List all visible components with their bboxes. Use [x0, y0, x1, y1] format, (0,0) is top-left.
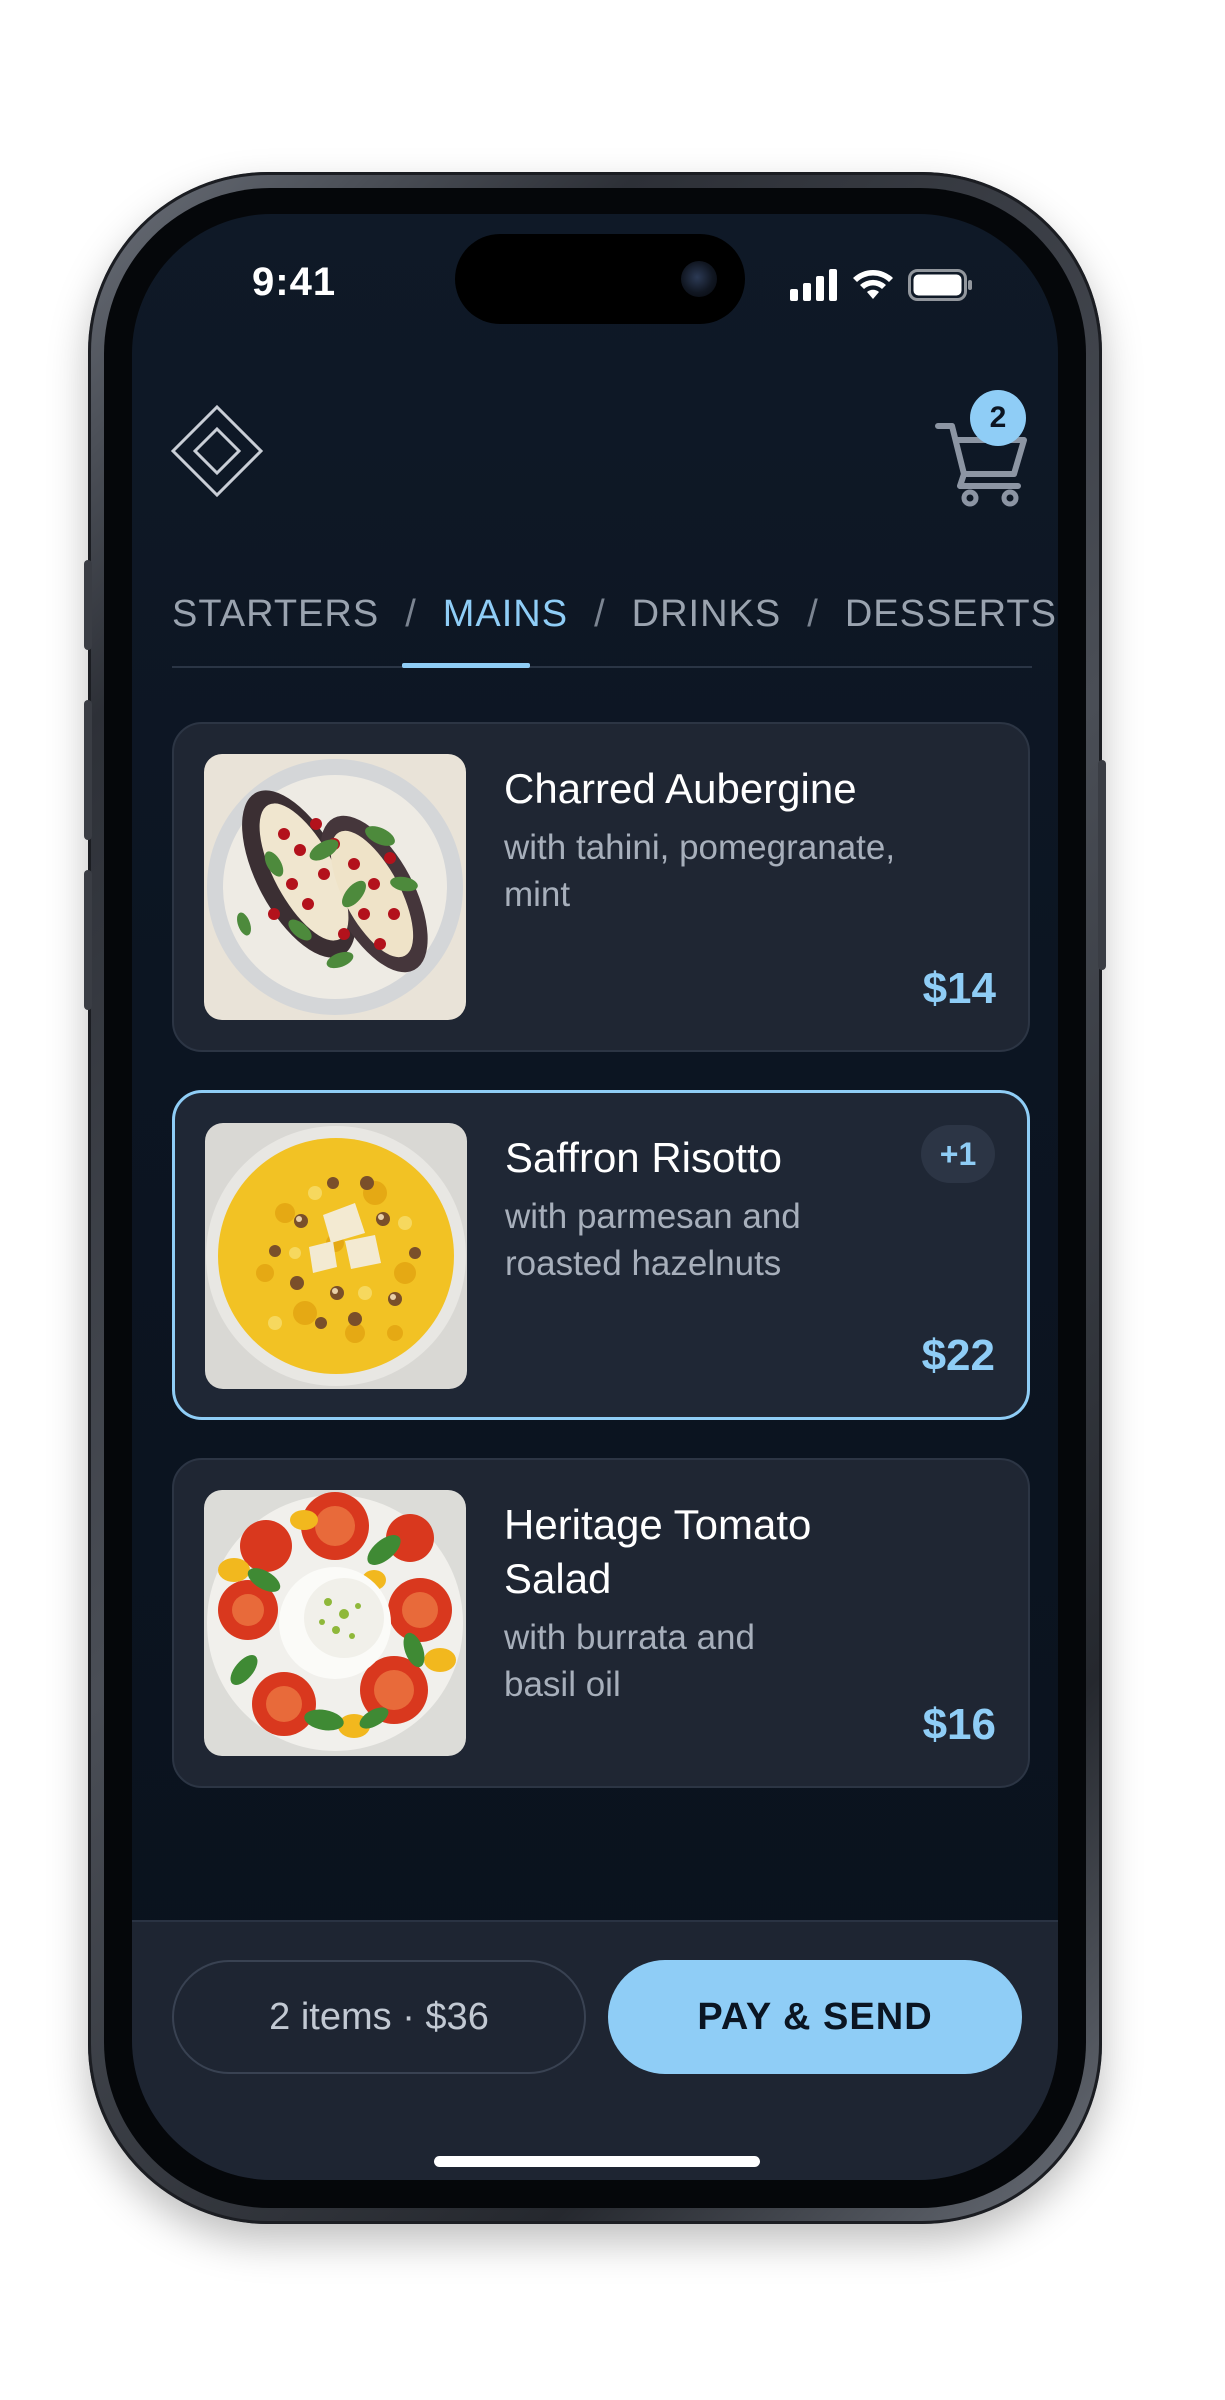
heritage-tomato-salad-image: [204, 1490, 466, 1756]
diamond-logo-icon[interactable]: [170, 404, 264, 498]
front-camera-icon: [681, 261, 717, 297]
pay-and-send-button[interactable]: PAY & SEND: [608, 1960, 1022, 2074]
menu-item-description: with burrata and basil oil: [504, 1618, 755, 1704]
wifi-icon: [853, 270, 893, 299]
charred-aubergine-image: [204, 754, 466, 1020]
phone-volume-down: [84, 870, 92, 1010]
phone-volume-up: [84, 700, 92, 840]
tab-separator: /: [594, 592, 606, 635]
category-tabs: STARTERS / MAINS / DRINKS / DESSERTS: [172, 584, 1056, 644]
menu-item-price: $22: [921, 1331, 995, 1380]
tab-separator: /: [405, 592, 417, 635]
stage: 9:41 2 STARTERS / MAINS / DRINKS / DESSE…: [0, 0, 1225, 2400]
menu-item-description: with tahini, pomegranate, mint: [504, 828, 896, 914]
checkout-bar: 2 items · $36 PAY & SEND: [132, 1920, 1058, 2180]
home-indicator[interactable]: [434, 2156, 760, 2167]
menu-item-price: $16: [922, 1700, 996, 1749]
menu-item-price: $14: [922, 964, 996, 1013]
menu-item-card[interactable]: Heritage Tomato Salad with burrata and b…: [172, 1458, 1030, 1788]
tab-starters[interactable]: STARTERS: [172, 593, 379, 636]
battery-icon: [908, 269, 972, 301]
active-tab-indicator: [402, 663, 530, 668]
status-time: 9:41: [252, 260, 337, 304]
menu-item-title: Saffron Risotto: [505, 1134, 783, 1181]
quantity-badge[interactable]: +1: [921, 1125, 995, 1183]
phone-power-button: [1098, 760, 1106, 970]
status-icons: [790, 268, 974, 302]
menu-item-card-selected[interactable]: Saffron Risotto with parmesan and roaste…: [172, 1090, 1030, 1420]
menu-item-title: Heritage Tomato Salad: [504, 1501, 812, 1602]
tabs-divider: [172, 666, 1032, 668]
phone-screen: 9:41 2 STARTERS / MAINS / DRINKS / DESSE…: [132, 214, 1058, 2180]
saffron-risotto-image: [205, 1123, 467, 1389]
menu-item-title: Charred Aubergine: [504, 765, 857, 812]
tab-separator: /: [807, 592, 819, 635]
cellular-signal-icon: [790, 269, 837, 301]
order-summary[interactable]: 2 items · $36: [172, 1960, 586, 2074]
dynamic-island: [455, 234, 745, 324]
tab-mains[interactable]: MAINS: [443, 593, 568, 636]
tab-drinks[interactable]: DRINKS: [632, 593, 782, 636]
tab-desserts[interactable]: DESSERTS: [845, 593, 1057, 636]
phone-side-button: [84, 560, 92, 650]
menu-item-description: with parmesan and roasted hazelnuts: [505, 1197, 801, 1283]
menu-item-card[interactable]: Charred Aubergine with tahini, pomegrana…: [172, 722, 1030, 1052]
cart-count-badge: 2: [970, 390, 1026, 446]
